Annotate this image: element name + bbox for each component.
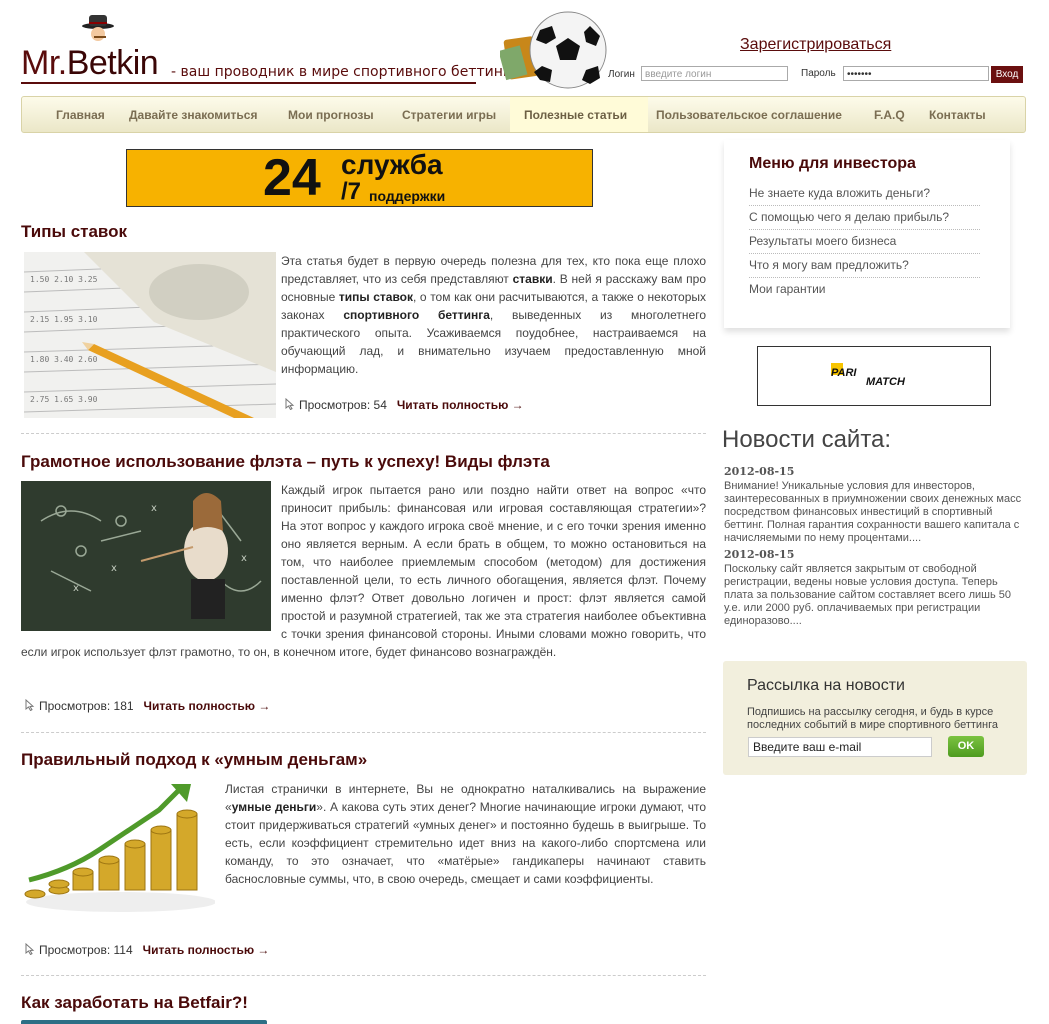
- nav-item-home[interactable]: Главная: [56, 97, 105, 132]
- login-label: Логин: [608, 69, 635, 80]
- article-separator: [21, 732, 706, 733]
- svg-text:1.80 3.40 2.60: 1.80 3.40 2.60: [30, 355, 98, 364]
- article-separator: [21, 433, 706, 434]
- support-banner[interactable]: 24 служба /7 поддержки: [126, 149, 593, 207]
- svg-text:2.15 1.95 3.10: 2.15 1.95 3.10: [30, 315, 98, 324]
- news-date: 2012-08-15: [724, 548, 795, 561]
- read-more-link[interactable]: Читать полностью →: [143, 943, 270, 957]
- article-thumb-image[interactable]: [21, 780, 215, 915]
- article-separator: [21, 975, 706, 976]
- subscribe-ok-button[interactable]: OK: [948, 736, 984, 757]
- article-title[interactable]: Типы ставок: [21, 222, 127, 242]
- article-thumb-image[interactable]: [21, 1020, 267, 1024]
- cursor-icon: [25, 699, 35, 711]
- investor-menu-item[interactable]: Не знаете куда вложить деньги?: [749, 182, 980, 206]
- login-input[interactable]: введите логин: [641, 66, 788, 81]
- parimatch-pari: PARI: [831, 367, 857, 379]
- nav-item-contacts[interactable]: Контакты: [929, 97, 986, 132]
- nav-item-about[interactable]: Давайте знакомиться: [129, 97, 257, 132]
- views-count: Просмотров: 54: [299, 398, 387, 412]
- cursor-icon: [25, 943, 35, 955]
- news-text[interactable]: Поскольку сайт является закрытым от своб…: [724, 563, 1026, 628]
- article-text: Каждый игрок пытается рано или поздно на…: [21, 483, 706, 659]
- banner-word: служба: [341, 149, 443, 180]
- mascot-hat-icon: [82, 15, 114, 41]
- article-title[interactable]: Правильный подход к «умным деньгам»: [21, 750, 367, 770]
- nav-item-predictions[interactable]: Мои прогнозы: [288, 97, 374, 132]
- read-more-link[interactable]: Читать полностью →: [397, 398, 524, 412]
- news-title: Новости сайта:: [722, 426, 892, 453]
- password-label: Пароль: [801, 68, 836, 79]
- article-meta: Просмотров: 54 Читать полностью →: [285, 398, 524, 412]
- nav-item-faq[interactable]: F.A.Q: [874, 97, 905, 132]
- site-tagline: - ваш проводник в мире спортивного бетти…: [171, 64, 524, 80]
- investor-menu-item[interactable]: Результаты моего бизнеса: [749, 230, 980, 254]
- banner-slash7: /7: [341, 178, 362, 205]
- views-count: Просмотров: 181: [39, 699, 134, 713]
- read-more-link[interactable]: Читать полностью →: [144, 699, 271, 713]
- password-input[interactable]: •••••••: [843, 66, 989, 81]
- article-text: Эта статья будет в первую очередь полезн…: [281, 254, 706, 376]
- news-text[interactable]: Внимание! Уникальные условия для инвесто…: [724, 480, 1026, 545]
- article-text: Листая странички в интернете, Вы не одно…: [225, 782, 707, 886]
- banner-24: 24: [263, 149, 321, 207]
- parimatch-banner[interactable]: PARI MATCH: [757, 346, 991, 406]
- subscribe-text: Подпишись на рассылку сегодня, и будь в …: [747, 706, 999, 731]
- register-link[interactable]: Зарегистрироваться: [740, 36, 891, 54]
- nav-item-strategies[interactable]: Стратегии игры: [402, 97, 496, 132]
- views-count: Просмотров: 114: [39, 943, 133, 957]
- login-button[interactable]: Вход: [991, 66, 1023, 83]
- logo-mr: Mr.: [21, 44, 67, 82]
- site-logo[interactable]: Mr.Betkin: [21, 44, 159, 83]
- investor-menu-item[interactable]: С помощью чего я делаю прибыль?: [749, 206, 980, 230]
- email-input[interactable]: Введите ваш e-mail: [748, 737, 932, 757]
- investor-menu-item[interactable]: Что я могу вам предложить?: [749, 254, 980, 278]
- news-date: 2012-08-15: [724, 465, 795, 478]
- banner-word2: поддержки: [369, 188, 446, 204]
- cursor-icon: [285, 398, 295, 410]
- nav-item-articles[interactable]: Полезные статьи: [524, 97, 627, 132]
- logo-underline: [21, 82, 476, 84]
- article-thumb-image[interactable]: 1.50 2.10 3.25 2.15 1.95 3.10 1.80 3.40 2…: [24, 252, 276, 418]
- svg-text:1.50 2.10 3.25: 1.50 2.10 3.25: [30, 275, 98, 284]
- nav-item-agreement[interactable]: Пользовательское соглашение: [656, 97, 842, 132]
- parimatch-match: MATCH: [866, 376, 905, 388]
- article-meta: Просмотров: 114 Читать полностью →: [25, 943, 269, 957]
- svg-text:2.75 1.65 3.90: 2.75 1.65 3.90: [30, 395, 98, 404]
- subscribe-box: Рассылка на новости Подпишись на рассылк…: [723, 661, 1027, 775]
- soccer-ball-icon: [500, 11, 607, 89]
- investor-menu-item[interactable]: Мои гарантии: [749, 278, 980, 301]
- subscribe-title: Рассылка на новости: [747, 677, 905, 694]
- main-nav: Главная Давайте знакомиться Мои прогнозы…: [21, 96, 1026, 133]
- article-title[interactable]: Как заработать на Betfair?!: [21, 993, 248, 1013]
- investor-menu: Меню для инвестора Не знаете куда вложит…: [724, 140, 1010, 328]
- logo-betkin: Betkin: [66, 44, 159, 82]
- article-title[interactable]: Грамотное использование флэта – путь к у…: [21, 452, 550, 472]
- investor-menu-title: Меню для инвестора: [749, 155, 916, 172]
- article-meta: Просмотров: 181 Читать полностью →: [25, 699, 270, 713]
